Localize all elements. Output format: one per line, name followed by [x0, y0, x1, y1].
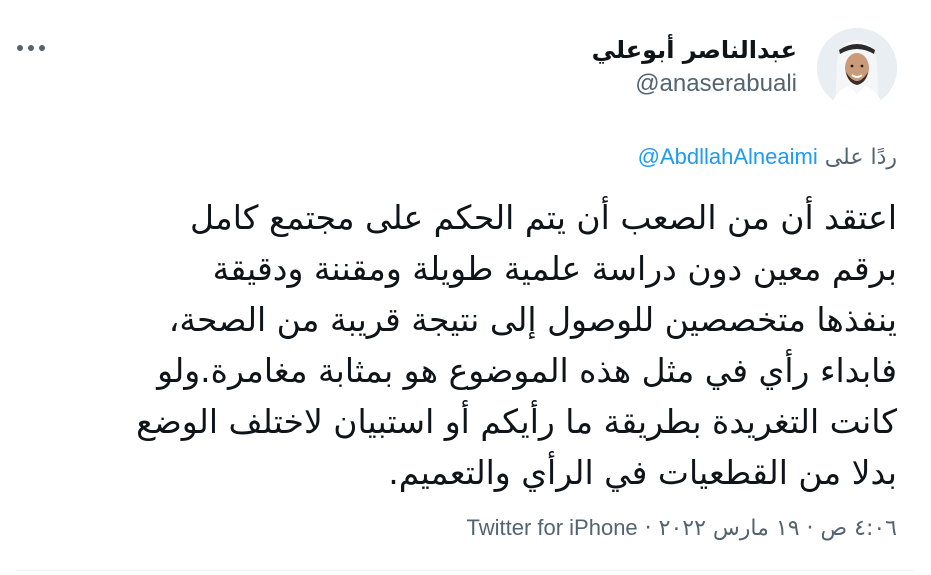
tweet-header: عبدالناصر أبوعلي @anaserabuali — [592, 28, 897, 108]
author-display-name[interactable]: عبدالناصر أبوعلي — [592, 36, 797, 64]
meta-separator: · — [644, 516, 652, 541]
user-avatar-icon — [817, 28, 897, 108]
tweet-text-line: برقم معين دون دراسة علمية طويلة ومقننة و… — [212, 249, 897, 288]
author-names: عبدالناصر أبوعلي @anaserabuali — [592, 28, 797, 98]
tweet-text: اعتقد أن من الصعب أن يتم الحكم على مجتمع… — [57, 192, 897, 498]
author-handle[interactable]: @anaserabuali — [635, 70, 797, 98]
tweet-text-line: فابداء رأي في مثل هذه الموضوع هو بمثابة … — [157, 351, 897, 390]
reply-mention-link[interactable]: @AbdllahAlneaimi — [638, 144, 818, 169]
tweet-date[interactable]: ١٩ مارس ٢٠٢٢ — [659, 516, 800, 541]
tweet-text-line: بدلا من القطعيات في الرأي والتعميم. — [388, 453, 897, 492]
tweet-source-link[interactable]: Twitter for iPhone — [466, 515, 637, 540]
reply-prefix: ردًا على — [824, 145, 897, 170]
reply-context: ردًا على @AbdllahAlneaimi — [638, 143, 897, 172]
more-horizontal-icon — [17, 45, 45, 51]
tweet-meta: ٤:٠٦ ص · ١٩ مارس ٢٠٢٢ · Twitter for iPho… — [466, 514, 897, 543]
more-options-button[interactable] — [14, 36, 48, 60]
meta-separator: · — [806, 516, 814, 541]
tweet-card: عبدالناصر أبوعلي @anaserabuali ردًا على … — [0, 0, 931, 575]
avatar[interactable] — [817, 28, 897, 108]
divider — [16, 570, 915, 571]
tweet-text-line: اعتقد أن من الصعب أن يتم الحكم على مجتمع… — [190, 198, 897, 237]
tweet-text-line: ينفذها متخصصين للوصول إلى نتيجة قريبة من… — [168, 300, 897, 339]
tweet-time[interactable]: ٤:٠٦ ص — [821, 516, 897, 541]
tweet-text-line: كانت التغريدة بطريقة ما رأيكم أو استبيان… — [136, 402, 897, 441]
